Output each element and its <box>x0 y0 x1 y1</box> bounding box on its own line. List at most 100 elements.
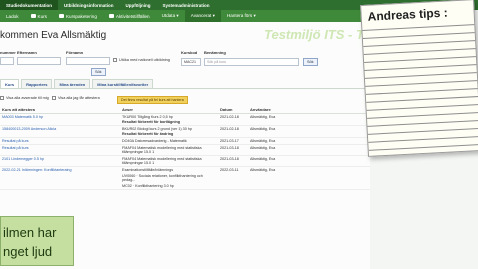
tab-rapporter[interactable]: Rapporters <box>21 79 53 88</box>
fornamn-input[interactable] <box>66 57 110 65</box>
nav-avancerat-label: Avancerat ▾ <box>190 13 215 18</box>
nav-utdata-label: Utdata ▾ <box>161 13 179 18</box>
radio-icon[interactable] <box>0 96 4 100</box>
nav-utdata[interactable]: Utdata ▾ <box>156 10 185 22</box>
cell-datum: 2021-03-18 <box>218 144 248 156</box>
course-link[interactable]: 158400013-2009 Anderson Alicia <box>2 127 56 131</box>
note-line <box>367 127 478 135</box>
radio-icon[interactable] <box>52 96 56 100</box>
cell-avser: BKUR02 Biologi kurs 2 grund (ver 1) 30 h… <box>120 125 218 138</box>
note-line <box>363 40 478 47</box>
course-link[interactable]: 2101 Lindemegger 0.5 hp <box>2 157 44 161</box>
nav-avancerat[interactable]: Avancerat ▾ <box>184 10 221 22</box>
cell-datum: 2021-02-18 <box>218 113 248 126</box>
video-caption: ilmen har nget ljud <box>0 216 74 266</box>
note-line <box>367 111 478 119</box>
main-nav: Ladok Kurs Kurspaketering Aktivitetstill… <box>0 10 370 22</box>
nav-kurs-label: Kurs <box>37 13 47 19</box>
kurskod-input[interactable]: MAC21 <box>181 58 201 66</box>
table-header-row: Kurs att attestera Avser Datum Användare <box>0 106 370 114</box>
nav-ladok[interactable]: Ladok <box>0 10 25 22</box>
table-row: 2101 Lindemegger 0.5 hp FMAF04 Matematis… <box>0 155 370 167</box>
cell-kurs: Resultat på kurs <box>0 137 120 145</box>
note-line <box>366 103 478 111</box>
note-line <box>368 143 478 151</box>
filter-visa-label: Visa alla jag får attestera <box>58 96 100 100</box>
cell-anvandare: Allsmäktig, Eva <box>248 166 370 190</box>
column-header-datum[interactable]: Datum <box>218 106 248 114</box>
course-link[interactable]: MA003 Matematik 5.0 hp <box>2 115 43 119</box>
calendar-icon <box>108 14 114 18</box>
cell-anvandare: Allsmäktig, Eva <box>248 113 370 126</box>
page-title: kommen Eva Allsmäktig <box>0 30 107 41</box>
cell-anvandare: Allsmäktig, Eva <box>248 155 370 167</box>
column-header-kurs[interactable]: Kurs att attestera <box>0 106 120 114</box>
cell-datum: 2022-03-11 <box>218 166 248 190</box>
pnr-label: nummer <box>0 50 16 55</box>
course-link[interactable]: Resultat på kurs <box>2 139 29 143</box>
nav-kurs[interactable]: Kurs <box>25 10 53 22</box>
course-link[interactable]: Resultat på kurs <box>2 146 29 150</box>
tab-bar: Kurs Rapporters Mina ärenden Mina kursti… <box>0 79 370 89</box>
avser-extra-2: MC02 · Konflikthantering 3.0 hp <box>122 184 174 188</box>
nav-kurspaketering-label: Kurspaketering <box>65 13 97 19</box>
filter-alla-label: Visa alla avserade till mig <box>6 96 49 100</box>
avser-text: TKUR00 Tillgång Kurs 2 0,5 hp <box>122 115 173 119</box>
tab-kurs[interactable]: Kurs <box>0 79 20 88</box>
note-line <box>362 24 477 31</box>
note-line <box>364 55 478 63</box>
note-line <box>367 119 478 127</box>
top-tab-uppfoljning[interactable]: Uppföljning <box>120 0 157 10</box>
cell-avser: FMAF04 Matematisk modellering med statis… <box>120 155 218 167</box>
filter-alla-option[interactable]: Visa alla avserade till mig <box>0 96 49 100</box>
filter-visa-option[interactable]: Visa alla jag får attestera <box>52 96 100 100</box>
status-text: Resultat förberett för bortlägning <box>122 120 180 124</box>
efternamn-input[interactable] <box>17 57 61 65</box>
course-link[interactable]: 2022-02-21 Inlämningen: Konfliktanterain… <box>2 168 72 172</box>
cell-avser: TKUR00 Tillgång Kurs 2 0,5 hp Resultat fö… <box>120 113 218 126</box>
cell-kurs: 158400013-2009 Anderson Alicia <box>0 125 120 138</box>
benamning-input[interactable]: Sök på kurs <box>204 58 299 66</box>
column-header-avser[interactable]: Avser <box>120 106 218 114</box>
nav-kurspaketering[interactable]: Kurspaketering <box>53 10 103 22</box>
caption-line-1: ilmen har <box>3 225 57 240</box>
cell-kurs: 2022-02-21 Inlämningen: Konfliktanterain… <box>0 166 120 190</box>
nav-hantera-fors[interactable]: Hantera förs ▾ <box>221 10 262 22</box>
checkbox-box[interactable] <box>113 58 117 62</box>
cell-datum: 2021-03-18 <box>218 155 248 167</box>
cell-anvandare: Allsmäktig, Eva <box>248 125 370 138</box>
cell-anvandare: Allsmäktig, Eva <box>248 144 370 156</box>
top-tab-systemadministration[interactable]: Systemadministration <box>157 0 216 10</box>
tips-note: Andreas tips : <box>360 0 478 157</box>
benamning-label: Benämning <box>204 50 226 55</box>
cell-kurs: MA003 Matematik 5.0 hp <box>0 113 120 126</box>
note-line <box>362 32 477 39</box>
top-tab-studiedokumentation[interactable]: Studiedokumentation <box>0 0 58 10</box>
note-line <box>368 135 478 143</box>
person-search-button[interactable]: Sök <box>91 68 106 76</box>
table-row: 158400013-2009 Anderson Alicia BKUR02 Bi… <box>0 125 370 138</box>
cell-kurs: 2101 Lindemegger 0.5 hp <box>0 155 120 167</box>
folder-icon <box>58 14 64 18</box>
tab-mina-kurstillfallen[interactable]: Mina kurstillfällen/favoriter <box>92 79 154 88</box>
cell-datum: 2021-02-18 <box>218 125 248 138</box>
nav-aktivitetstillfallen-label: Aktivitetstillfällen <box>115 13 150 19</box>
nav-aktivitetstillfallen[interactable]: Aktivitetstillfällen <box>103 10 156 22</box>
column-header-anvandare[interactable]: Användare <box>248 106 370 114</box>
environment-watermark: Testmiljö ITS - T <box>264 27 364 42</box>
course-search-button[interactable]: Sök <box>303 58 318 66</box>
note-line <box>363 48 478 55</box>
note-line <box>366 95 478 103</box>
table-row: Resultat på kurs FMAF04 Matematisk model… <box>0 144 370 156</box>
wrong-course-alert[interactable]: Det finns resultat på fel kurs att hante… <box>117 96 188 104</box>
cell-anvandare: Allsmäktig, Eva <box>248 137 370 145</box>
pnr-input[interactable] <box>0 57 14 65</box>
utoka-checkbox[interactable]: Utöka med nationell utbildning <box>113 58 170 62</box>
tab-mina-arenden[interactable]: Mina ärenden <box>54 79 91 88</box>
avser-text: BKUR02 Biologi kurs 2 grund (ver 1) 30 h… <box>122 127 192 131</box>
cell-datum: 2021-03-17 <box>218 137 248 145</box>
top-tab-utbildningsinformation[interactable]: Utbildningsinformation <box>58 0 120 10</box>
table-row: 2022-02-21 Inlämningen: Konfliktanterain… <box>0 166 370 190</box>
efternamn-label: Efternamn <box>17 50 37 55</box>
utoka-checkbox-label: Utöka med nationell utbildning <box>119 58 170 62</box>
